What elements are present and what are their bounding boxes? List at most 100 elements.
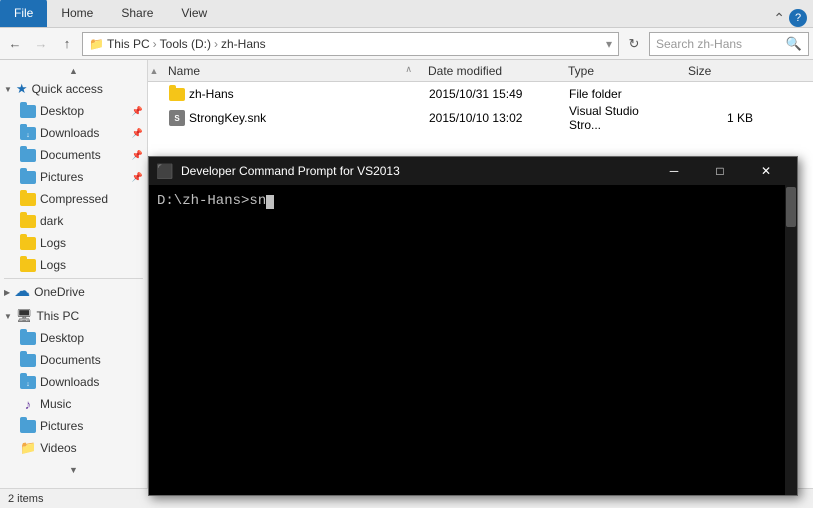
compressed-folder-icon bbox=[20, 193, 36, 206]
ribbon-collapse-btn[interactable]: ⌃ bbox=[773, 10, 785, 27]
cmd-prompt-text: D:\zh-Hans>sn bbox=[157, 193, 789, 209]
sidebar-item-pictures-pc[interactable]: Pictures bbox=[0, 415, 147, 437]
tab-home[interactable]: Home bbox=[47, 0, 107, 27]
tab-file[interactable]: File bbox=[0, 0, 47, 27]
sidebar-item-desktop-pc[interactable]: Desktop bbox=[0, 327, 147, 349]
file-date-zh-hans: 2015/10/31 15:49 bbox=[421, 85, 561, 103]
sidebar-item-dark[interactable]: dark bbox=[0, 210, 147, 232]
back-btn[interactable]: ← bbox=[4, 33, 26, 55]
table-row[interactable]: S StrongKey.snk 2015/10/10 13:02 Visual … bbox=[148, 106, 813, 130]
sidebar-item-downloads-pc[interactable]: ↓ Downloads bbox=[0, 371, 147, 393]
downloads-arrow-icon: ↓ bbox=[26, 132, 30, 139]
pictures-pc-folder-icon bbox=[20, 420, 36, 433]
cmd-close-btn[interactable]: ✕ bbox=[743, 157, 789, 185]
sidebar-desktop-label: Desktop bbox=[40, 104, 84, 118]
cmd-minimize-btn[interactable]: ─ bbox=[651, 157, 697, 185]
sidebar-scroll-down[interactable]: ▼ bbox=[0, 463, 147, 477]
file-list-header: ▲ Name Date modified Type Size bbox=[148, 60, 813, 82]
sidebar-item-documents-pc[interactable]: Documents bbox=[0, 349, 147, 371]
table-row[interactable]: zh-Hans 2015/10/31 15:49 File folder bbox=[148, 82, 813, 106]
desktop-pc-folder-icon bbox=[20, 332, 36, 345]
sidebar-desktop-pc-label: Desktop bbox=[40, 331, 84, 345]
sidebar-music-pc-label: Music bbox=[40, 397, 71, 411]
file-name-zh-hans: zh-Hans bbox=[161, 85, 421, 103]
col-type-header[interactable]: Type bbox=[560, 62, 680, 80]
sidebar-this-pc-label: This PC bbox=[36, 309, 79, 323]
help-btn[interactable]: ? bbox=[789, 9, 807, 27]
tab-view[interactable]: View bbox=[167, 0, 221, 27]
logs2-folder-icon bbox=[20, 259, 36, 272]
sidebar-quick-access: ▼ ★ Quick access Desktop 📌 ↓ bbox=[0, 78, 147, 276]
breadcrumb-tools[interactable]: Tools (D:) bbox=[160, 37, 211, 51]
sidebar-item-downloads[interactable]: ↓ Downloads 📌 bbox=[0, 122, 147, 144]
sidebar-pictures-label: Pictures bbox=[40, 170, 83, 184]
ribbon-tabs: File Home Share View ⌃ ? bbox=[0, 0, 813, 28]
file-size-zh-hans bbox=[681, 92, 761, 96]
onedrive-icon: ☁ bbox=[14, 284, 30, 300]
sidebar-item-desktop[interactable]: Desktop 📌 bbox=[0, 100, 147, 122]
forward-btn[interactable]: → bbox=[30, 33, 52, 55]
up-btn[interactable]: ↑ bbox=[56, 33, 78, 55]
sidebar-quick-access-header[interactable]: ▼ ★ Quick access bbox=[0, 78, 147, 100]
sidebar-item-compressed[interactable]: Compressed bbox=[0, 188, 147, 210]
breadcrumb-dropdown[interactable]: ▾ bbox=[606, 37, 612, 51]
logs1-folder-icon bbox=[20, 237, 36, 250]
file-name-strongkey: S StrongKey.snk bbox=[161, 108, 421, 128]
cmd-scrollbar-thumb[interactable] bbox=[786, 187, 796, 227]
this-pc-chevron: ▼ bbox=[4, 312, 12, 321]
sidebar-scroll-up[interactable]: ▲ bbox=[0, 64, 147, 78]
sidebar-dark-label: dark bbox=[40, 214, 63, 228]
sidebar-item-pictures[interactable]: Pictures 📌 bbox=[0, 166, 147, 188]
sidebar-downloads-label: Downloads bbox=[40, 126, 99, 140]
sidebar-this-pc: ▼ 🖥 This PC Desktop Documents bbox=[0, 305, 147, 459]
col-size-header[interactable]: Size bbox=[680, 62, 760, 80]
sidebar-item-videos-pc[interactable]: 📁 Videos bbox=[0, 437, 147, 459]
downloads-pin-icon: 📌 bbox=[132, 128, 143, 139]
sidebar-item-documents[interactable]: Documents 📌 bbox=[0, 144, 147, 166]
sidebar-item-logs-1[interactable]: Logs bbox=[0, 232, 147, 254]
sidebar-compressed-label: Compressed bbox=[40, 192, 108, 206]
sidebar-downloads-pc-label: Downloads bbox=[40, 375, 99, 389]
cmd-window-buttons: ─ □ ✕ bbox=[651, 157, 789, 185]
cmd-title-text: Developer Command Prompt for VS2013 bbox=[181, 164, 643, 178]
cmd-body[interactable]: D:\zh-Hans>sn bbox=[149, 185, 797, 495]
file-type-strongkey: Visual Studio Stro... bbox=[561, 102, 681, 134]
breadcrumb-pc: 📁 This PC bbox=[89, 37, 150, 51]
col-name-header[interactable]: Name bbox=[160, 62, 420, 80]
tab-share[interactable]: Share bbox=[107, 0, 167, 27]
search-box[interactable]: Search zh-Hans 🔍 bbox=[649, 32, 809, 56]
file-type-zh-hans: File folder bbox=[561, 85, 681, 103]
pictures-pin-icon: 📌 bbox=[132, 172, 143, 183]
videos-icon: 📁 bbox=[20, 440, 36, 456]
desktop-pin-icon: 📌 bbox=[132, 106, 143, 117]
pictures-folder-icon bbox=[20, 171, 36, 184]
ribbon: File Home Share View ⌃ ? bbox=[0, 0, 813, 28]
documents-pin-icon: 📌 bbox=[132, 150, 143, 161]
file-date-strongkey: 2015/10/10 13:02 bbox=[421, 109, 561, 127]
col-date-header[interactable]: Date modified bbox=[420, 62, 560, 80]
onedrive-chevron: ▶ bbox=[4, 288, 10, 297]
zh-hans-folder-icon bbox=[169, 88, 185, 101]
sidebar-this-pc-header[interactable]: ▼ 🖥 This PC bbox=[0, 305, 147, 327]
cmd-maximize-btn[interactable]: □ bbox=[697, 157, 743, 185]
refresh-btn[interactable]: ↻ bbox=[623, 33, 645, 55]
sidebar-onedrive-label: OneDrive bbox=[34, 285, 85, 299]
breadcrumb-zhHans[interactable]: zh-Hans bbox=[221, 37, 266, 51]
desktop-folder-icon bbox=[20, 105, 36, 118]
search-icon[interactable]: 🔍 bbox=[786, 36, 802, 52]
sidebar-item-logs-2[interactable]: Logs bbox=[0, 254, 147, 276]
sidebar-videos-pc-label: Videos bbox=[40, 441, 76, 455]
address-box[interactable]: 📁 This PC › Tools (D:) › zh-Hans ▾ bbox=[82, 32, 619, 56]
sidebar-divider-1 bbox=[4, 278, 143, 279]
search-placeholder: Search zh-Hans bbox=[656, 37, 782, 51]
quick-access-label: Quick access bbox=[32, 82, 103, 96]
cmd-scrollbar[interactable] bbox=[785, 185, 797, 495]
cmd-app-icon: ⬛ bbox=[157, 163, 173, 179]
breadcrumb-sep-1: › bbox=[153, 37, 157, 51]
dark-folder-icon bbox=[20, 215, 36, 228]
sidebar-resize-handle: ▲ bbox=[148, 66, 160, 76]
sidebar-item-music-pc[interactable]: ♪ Music bbox=[0, 393, 147, 415]
sidebar-logs1-label: Logs bbox=[40, 236, 66, 250]
sidebar-onedrive-header[interactable]: ▶ ☁ OneDrive bbox=[0, 281, 147, 303]
address-bar: ← → ↑ 📁 This PC › Tools (D:) › zh-Hans ▾… bbox=[0, 28, 813, 60]
